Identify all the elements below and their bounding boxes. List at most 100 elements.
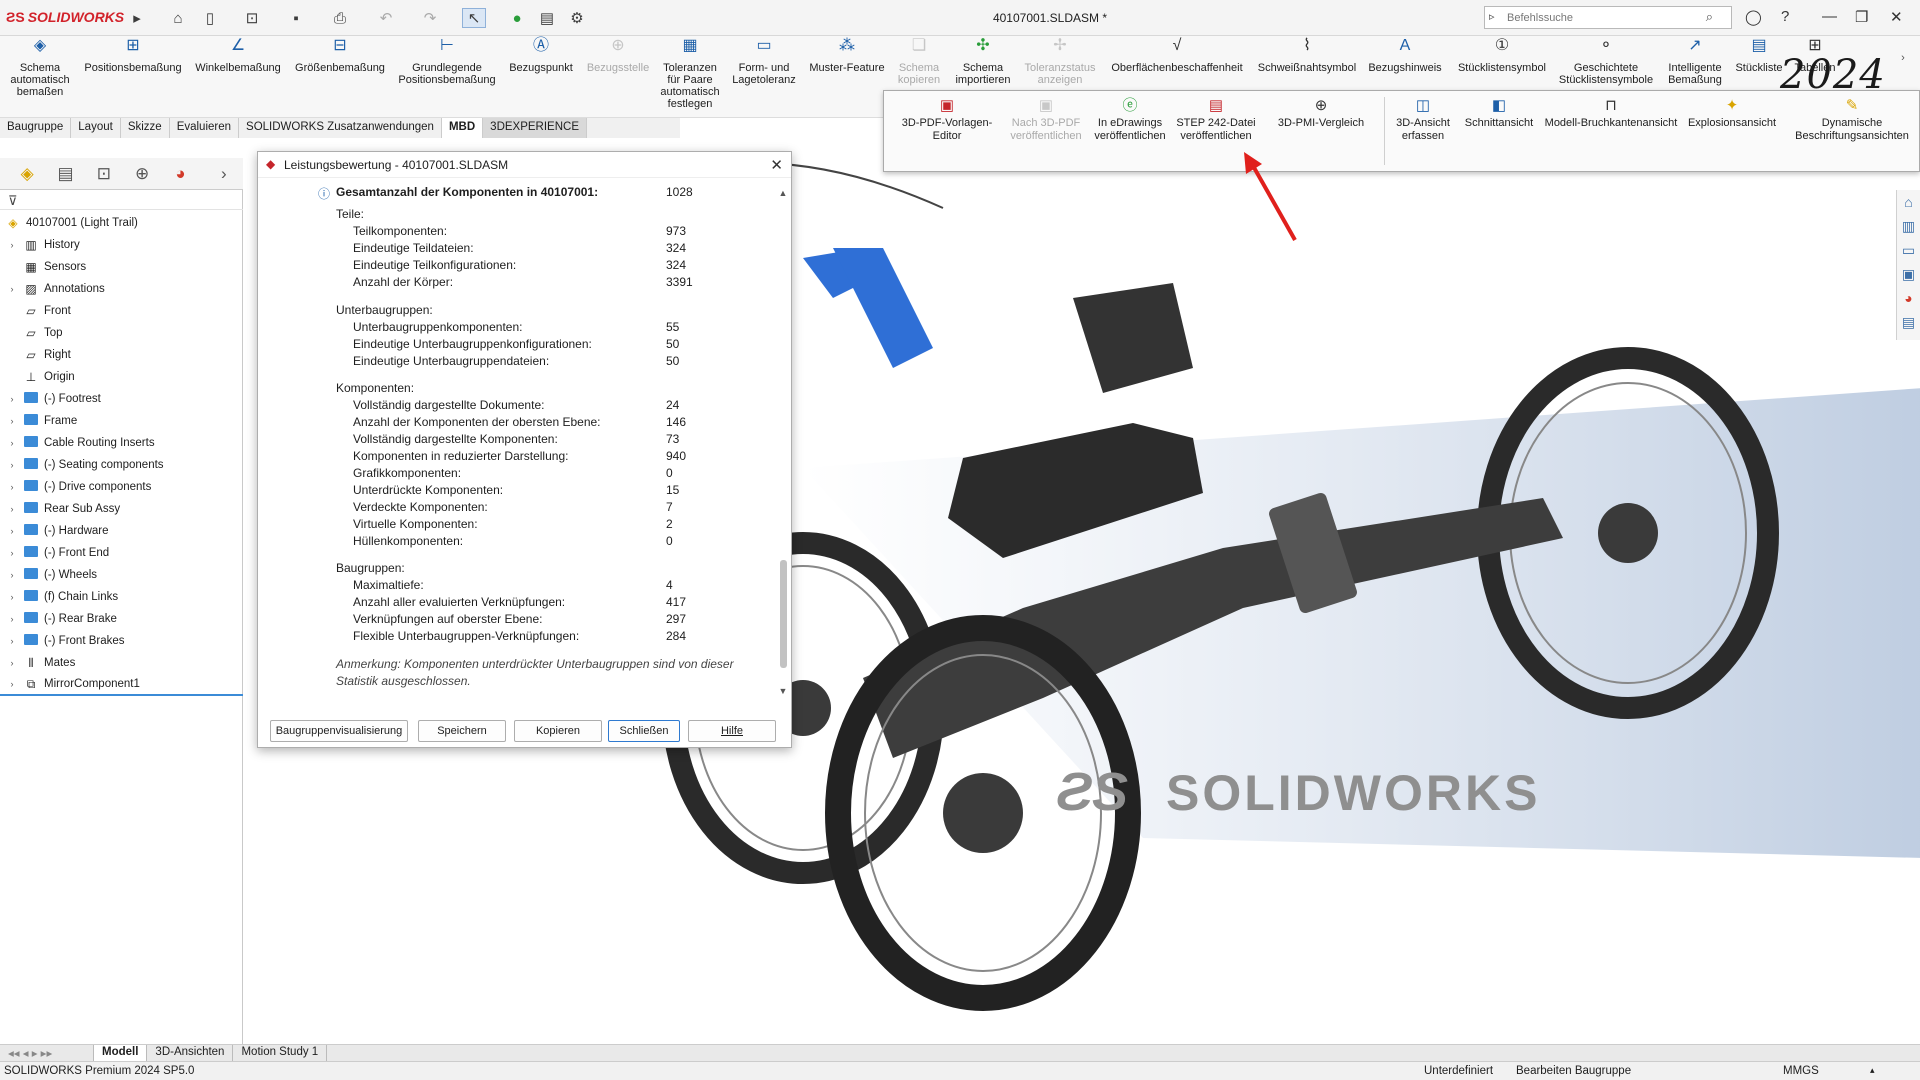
property-manager-tab-icon[interactable]: ▤ bbox=[46, 164, 84, 184]
tree-item-origin[interactable]: ⊥ Origin bbox=[0, 366, 243, 388]
dialog-close-icon[interactable]: ✕ bbox=[770, 156, 783, 174]
print-icon[interactable]: ⎙ bbox=[328, 8, 352, 28]
tab-motion-study[interactable]: Motion Study 1 bbox=[233, 1045, 328, 1061]
tree-item-wheels[interactable]: › (-) Wheels bbox=[0, 564, 243, 586]
dialog-scrollbar[interactable]: ▲ ▼ bbox=[777, 188, 789, 696]
save-button[interactable]: Speichern bbox=[418, 720, 506, 742]
tree-item-rear-sub-assy[interactable]: › Rear Sub Assy bbox=[0, 498, 243, 520]
options-gear-icon[interactable]: ⚙ bbox=[566, 8, 588, 28]
expand-icon[interactable]: › bbox=[6, 284, 18, 294]
btn-publish-3d-pdf[interactable]: ▣ Nach 3D-PDF veröffentlichen bbox=[1004, 98, 1088, 143]
tab-zusatzanwendungen[interactable]: SOLIDWORKS Zusatzanwendungen bbox=[239, 118, 442, 138]
expand-icon[interactable]: › bbox=[6, 460, 18, 470]
ribbon-schema-importieren[interactable]: ✣ Schema importieren bbox=[950, 38, 1016, 87]
user-icon[interactable]: ◯ bbox=[1745, 8, 1762, 26]
save-icon[interactable]: ▪ bbox=[284, 8, 308, 28]
expand-icon[interactable]: › bbox=[6, 240, 18, 250]
ribbon-stueckliste[interactable]: ▤ Stückliste bbox=[1732, 38, 1786, 75]
btn-section-view[interactable]: ◧ Schnittansicht bbox=[1456, 98, 1542, 130]
search-icon[interactable]: ⌕ bbox=[1706, 9, 1713, 25]
btn-dynamic-annotation-views[interactable]: ✎ Dynamische Beschriftungsansichten bbox=[1787, 98, 1917, 143]
btn-capture-3d-view[interactable]: ◫ 3D-Ansicht erfassen bbox=[1392, 98, 1454, 143]
help-button[interactable]: Hilfe bbox=[688, 720, 776, 742]
btn-publish-step242[interactable]: ▤ STEP 242-Datei veröffentlichen bbox=[1174, 98, 1258, 143]
help-icon[interactable]: ? bbox=[1781, 8, 1789, 25]
tree-item-sensors[interactable]: ▦ Sensors bbox=[0, 256, 243, 278]
units-dropdown-icon[interactable]: ▴ bbox=[1870, 1065, 1875, 1076]
tab-mbd[interactable]: MBD bbox=[441, 118, 484, 138]
ribbon-schweissnaht[interactable]: ⌇ Schweißnahtsymbol bbox=[1254, 38, 1360, 75]
ribbon-schema-auto[interactable]: ◈ Schema automatisch bemaßen bbox=[6, 38, 74, 99]
expand-icon[interactable]: › bbox=[6, 416, 18, 426]
expand-icon[interactable]: › bbox=[6, 679, 18, 689]
tree-item-right[interactable]: ▱ Right bbox=[0, 344, 243, 366]
tab-3d-views[interactable]: 3D-Ansichten bbox=[147, 1045, 234, 1061]
ribbon-expand-icon[interactable]: › bbox=[1896, 52, 1910, 64]
expand-icon[interactable]: › bbox=[6, 482, 18, 492]
tab-baugruppe[interactable]: Baugruppe bbox=[0, 118, 72, 138]
solidworks-logo[interactable]: ƧS SOLIDWORKS bbox=[6, 9, 124, 25]
ribbon-intelligente-bemassung[interactable]: ↗ Intelligente Bemaßung bbox=[1660, 38, 1730, 87]
scroll-down-icon[interactable]: ▼ bbox=[777, 686, 789, 696]
tree-item-front-end[interactable]: › (-) Front End bbox=[0, 542, 243, 564]
new-document-icon[interactable]: ▯ bbox=[198, 8, 222, 28]
ribbon-grundlegende-positionsbemassung[interactable]: ⊢ Grundlegende Positionsbemaßung bbox=[392, 38, 502, 87]
ribbon-positionsbemassung[interactable]: ⊞ Positionsbemaßung bbox=[78, 38, 188, 75]
minimize-icon[interactable]: — bbox=[1822, 8, 1837, 25]
view-palette-icon[interactable]: ▣ bbox=[1897, 262, 1920, 286]
btn-publish-edrawings[interactable]: ⓔ In eDrawings veröffentlichen bbox=[1088, 98, 1172, 143]
tree-root[interactable]: ◈ 40107001 (Light Trail) bbox=[0, 212, 243, 234]
tree-filter[interactable]: ⊽ bbox=[0, 192, 243, 210]
command-search[interactable]: ▹ Befehlssuche ⌕ bbox=[1484, 6, 1732, 29]
btn-3d-pdf-editor[interactable]: ▣ 3D-PDF-Vorlagen-Editor bbox=[890, 98, 1004, 143]
tree-item-front[interactable]: ▱ Front bbox=[0, 300, 243, 322]
custom-properties-icon[interactable]: ▤ bbox=[1897, 310, 1920, 334]
open-icon[interactable]: ⊡ bbox=[240, 8, 264, 28]
expand-icon[interactable]: › bbox=[6, 394, 18, 404]
file-properties-icon[interactable]: ▤ bbox=[536, 8, 558, 28]
tab-evaluieren[interactable]: Evaluieren bbox=[169, 118, 240, 138]
scroll-thumb[interactable] bbox=[780, 560, 787, 668]
menu-expand-icon[interactable]: ▸ bbox=[130, 8, 144, 28]
expand-icon[interactable]: › bbox=[6, 504, 18, 514]
tree-item-front-brakes[interactable]: › (-) Front Brakes bbox=[0, 630, 243, 652]
expand-icon[interactable]: › bbox=[6, 614, 18, 624]
dimxpert-tab-icon[interactable]: ⊕ bbox=[123, 164, 161, 184]
tree-item-mirror-component[interactable]: › ⧉ MirrorComponent1 bbox=[0, 674, 243, 696]
expand-icon[interactable]: › bbox=[6, 570, 18, 580]
undo-icon[interactable]: ↶ bbox=[374, 8, 398, 28]
tree-item-rear-brake[interactable]: › (-) Rear Brake bbox=[0, 608, 243, 630]
tree-item-seating[interactable]: › (-) Seating components bbox=[0, 454, 243, 476]
home-icon[interactable]: ⌂ bbox=[166, 8, 190, 28]
tree-item-drive[interactable]: › (-) Drive components bbox=[0, 476, 243, 498]
tree-item-cable-routing[interactable]: › Cable Routing Inserts bbox=[0, 432, 243, 454]
file-explorer-icon[interactable]: ▭ bbox=[1897, 238, 1920, 262]
expand-icon[interactable]: › bbox=[6, 526, 18, 536]
ribbon-bezugsstelle[interactable]: ⊕ Bezugsstelle bbox=[580, 38, 656, 75]
home-pane-icon[interactable]: ⌂ bbox=[1897, 190, 1920, 214]
tree-item-mates[interactable]: › ⫴ Mates bbox=[0, 652, 243, 674]
units-selector[interactable]: MMGS bbox=[1783, 1065, 1819, 1077]
tree-item-footrest[interactable]: › (-) Footrest bbox=[0, 388, 243, 410]
expand-icon[interactable]: › bbox=[6, 636, 18, 646]
ribbon-toleranzen-paare[interactable]: ▦ Toleranzen für Paare automatisch festle… bbox=[658, 38, 722, 111]
btn-break-view[interactable]: ⊓ Modell-Bruchkantenansicht bbox=[1536, 98, 1686, 130]
tree-item-history[interactable]: › ▥ History bbox=[0, 234, 243, 256]
ribbon-winkelbemassung[interactable]: ∠ Winkelbemaßung bbox=[190, 38, 286, 75]
ribbon-bezugspunkt[interactable]: Ⓐ Bezugspunkt bbox=[506, 38, 576, 75]
tab-skizze[interactable]: Skizze bbox=[120, 118, 170, 138]
select-pointer-icon[interactable]: ↖ bbox=[462, 8, 486, 28]
restore-icon[interactable]: ❐ bbox=[1855, 8, 1868, 26]
tab-model[interactable]: Modell bbox=[94, 1045, 148, 1061]
ribbon-geschichtete[interactable]: ⚬ Geschichtete Stücklistensymbole bbox=[1554, 38, 1658, 87]
ribbon-bezugshinweis[interactable]: A Bezugshinweis bbox=[1362, 38, 1448, 75]
display-manager-tab-icon[interactable]: ◕ bbox=[161, 164, 199, 184]
design-library-icon[interactable]: ▥ bbox=[1897, 214, 1920, 238]
ribbon-toleranzstatus[interactable]: ✢ Toleranzstatus anzeigen bbox=[1018, 38, 1102, 87]
btn-3d-pmi-compare[interactable]: ⊕ 3D-PMI-Vergleich bbox=[1260, 98, 1382, 130]
expand-icon[interactable]: › bbox=[6, 548, 18, 558]
ribbon-groessenbemassung[interactable]: ⊟ Größenbemaßung bbox=[290, 38, 390, 75]
ribbon-schema-kopieren[interactable]: ❏ Schema kopieren bbox=[890, 38, 948, 87]
expand-icon[interactable]: › bbox=[6, 438, 18, 448]
tree-item-top[interactable]: ▱ Top bbox=[0, 322, 243, 344]
